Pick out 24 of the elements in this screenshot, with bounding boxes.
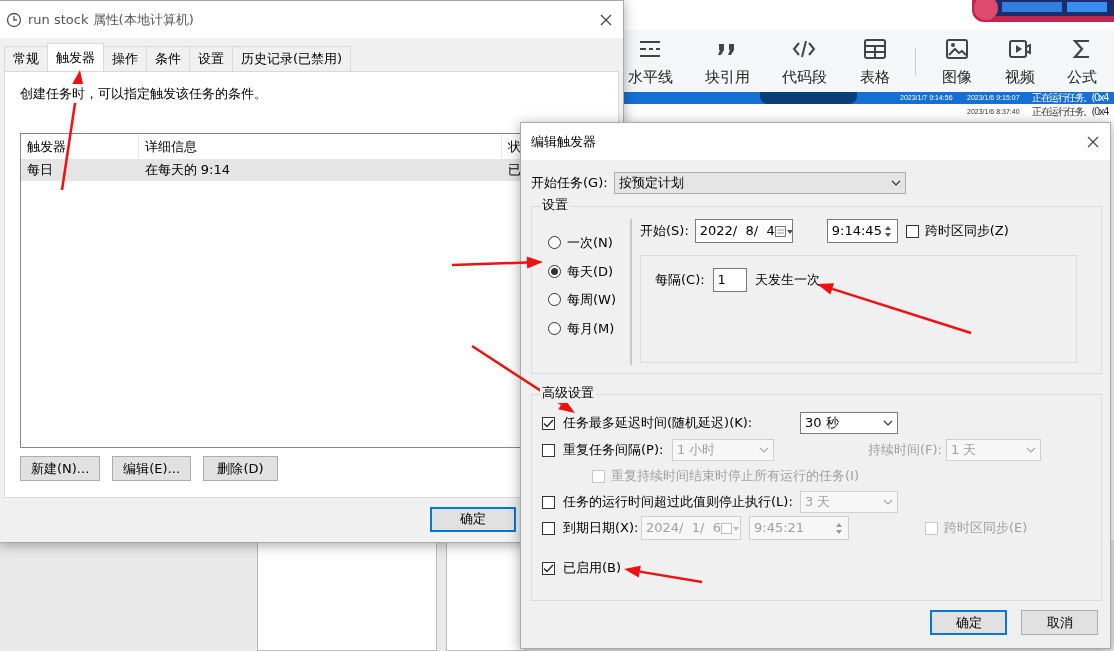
field-label: 天发生一次 — [754, 271, 820, 290]
table-cell-text: 每日 — [26, 161, 54, 180]
window-title: 编辑触发器 — [531, 132, 596, 151]
table-cell-text: 在每天的 9:14 — [143, 161, 231, 180]
checkbox-label: 跨时区同步(Z) — [924, 222, 1009, 241]
checkbox-label: 跨时区同步(E) — [944, 519, 1028, 538]
radio-label: 每天(D) — [567, 262, 614, 281]
radio-label: 每周(W) — [567, 291, 616, 309]
checkbox-label: 任务的运行时间超过此值则停止执行(L): — [563, 493, 793, 512]
checkbox-label: 到期日期(X): — [563, 519, 639, 538]
checkbox-label: 任务最多延迟时间(随机延迟)(K): — [563, 414, 753, 433]
checkbox-label: 重复任务间隔(P): — [563, 441, 664, 460]
history-cell: 正在运行任务。(0x4 — [1032, 106, 1109, 118]
history-cell: 正在运行任务。(0x4 — [1032, 92, 1109, 104]
radio-label: 每月(M) — [567, 319, 615, 338]
field-label: 开始(S): — [640, 222, 689, 241]
radio-label: 一次(N) — [567, 234, 613, 252]
window-title: run stock 属性(本地计算机) — [28, 10, 194, 29]
field-label: 每隔(C): — [655, 271, 705, 290]
field-label: 持续时间(F): — [868, 441, 943, 460]
table-cell-text: 已 — [507, 161, 523, 180]
checkbox-label: 重复持续时间结束时停止所有运行的任务(I) — [611, 467, 859, 486]
checkbox-label: 已启用(B) — [563, 559, 622, 578]
group-label: 高级设置 — [540, 383, 596, 403]
